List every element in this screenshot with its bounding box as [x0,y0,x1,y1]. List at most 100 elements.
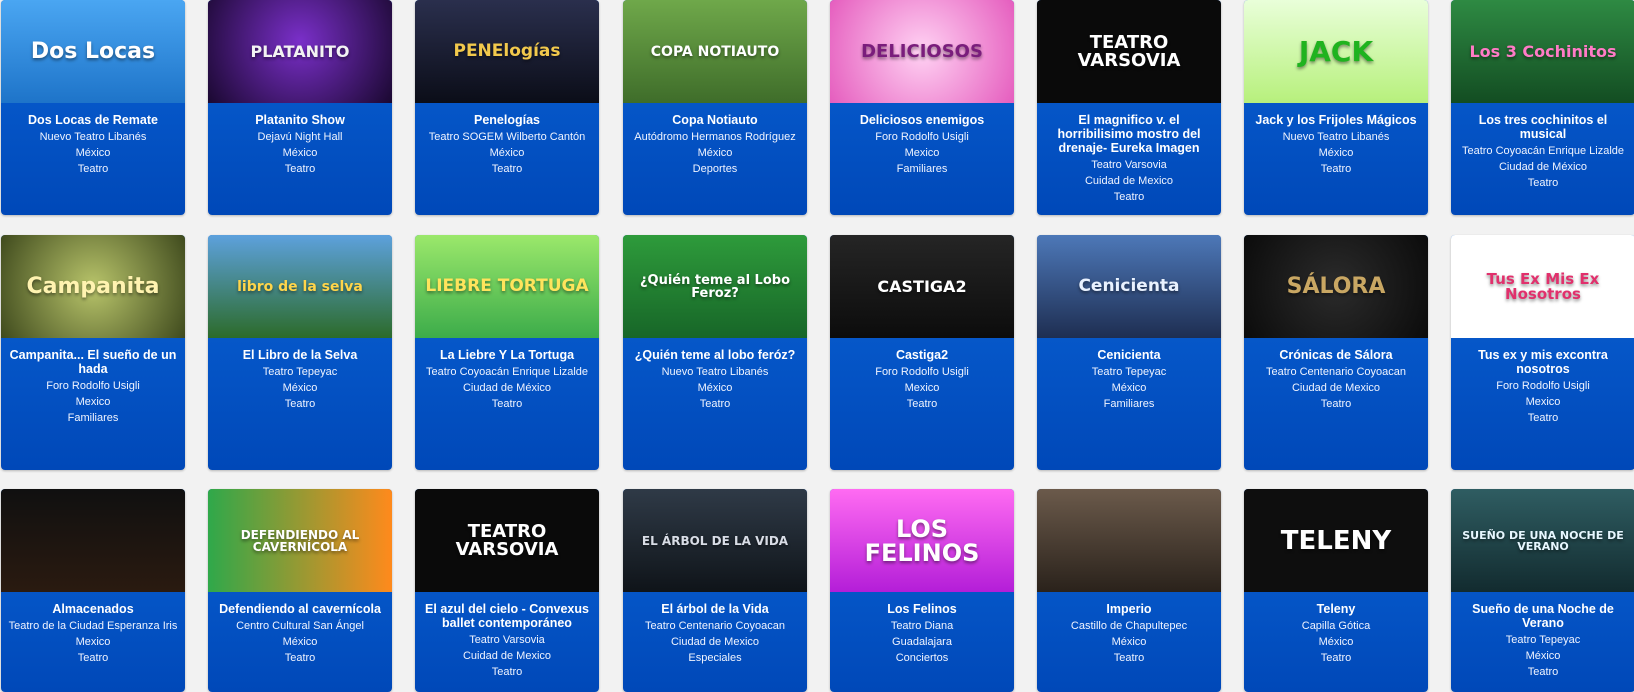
event-title[interactable]: Platanito Show [214,113,386,127]
event-card[interactable]: Imperio Castillo de Chapultepec México Teat… [1037,489,1221,692]
event-poster[interactable]: TEATRO VARSOVIA [1037,0,1221,103]
event-card[interactable]: LIEBRE TORTUGA La Liebre Y La Tortuga Teat… [415,235,599,470]
event-card[interactable]: JACK Jack y los Frijoles Mágicos Nuevo Tea… [1244,0,1428,215]
event-card[interactable]: TEATRO VARSOVIA El azul del cielo - Conve… [415,489,599,692]
event-category: Teatro [1527,412,1559,424]
event-title[interactable]: ¿Quién teme al lobo feróz? [629,348,801,362]
event-card[interactable]: ¿Quién teme al Lobo Feroz? ¿Quién teme al… [623,235,807,470]
event-title[interactable]: El árbol de la Vida [629,602,801,616]
event-title[interactable]: Cenicienta [1043,348,1215,362]
event-card[interactable]: COPA NOTIAUTO Copa Notiauto Autódromo Herm… [623,0,807,215]
event-place: México [282,382,318,394]
event-title[interactable]: Los Felinos [836,602,1008,616]
event-poster[interactable]: PENElogías [415,0,599,103]
event-info: Crónicas de Sálora Teatro Centenario Coyo… [1244,338,1428,420]
event-info: El azul del cielo - Convexus ballet cont… [415,592,599,688]
event-info: Tus ex y mis excontra nosotros Foro Rodol… [1451,338,1634,434]
event-title[interactable]: Dos Locas de Remate [7,113,179,127]
event-venue: Teatro Tepeyac [1091,366,1167,378]
event-poster[interactable]: DELICIOSOS [830,0,1014,103]
event-poster[interactable]: PLATANITO [208,0,392,103]
event-card[interactable]: LOS FELINOS Los Felinos Teatro Diana Guadal… [830,489,1014,692]
event-title[interactable]: Penelogías [421,113,593,127]
event-poster[interactable]: DEFENDIENDO AL CAVERNÍCOLA [208,489,392,592]
event-poster[interactable]: JACK [1244,0,1428,103]
event-poster[interactable]: Dos Locas [1,0,185,103]
event-title[interactable]: Sueño de una Noche de Verano [1457,602,1629,630]
event-poster[interactable]: Tus Ex Mis Ex Nosotros [1451,235,1634,338]
poster-art-text: Dos Locas [30,38,156,64]
event-card[interactable]: DELICIOSOS Deliciosos enemigos Foro Rodolf… [830,0,1014,215]
poster-art-text: Cenicienta [1078,276,1180,296]
event-title[interactable]: Copa Notiauto [629,113,801,127]
poster-art-text: DEFENDIENDO AL CAVERNÍCOLA [240,527,360,554]
event-poster[interactable]: LIEBRE TORTUGA [415,235,599,338]
event-poster[interactable]: CASTIGA2 [830,235,1014,338]
event-card[interactable]: Campanita Campanita... El sueño de un had… [1,235,185,470]
event-place: México [75,147,111,159]
event-card[interactable]: Dos Locas Dos Locas de Remate Nuevo Teatro… [1,0,185,215]
event-poster[interactable]: LOS FELINOS [830,489,1014,592]
poster-art-text: COPA NOTIAUTO [650,43,780,60]
event-card[interactable]: libro de la selva El Libro de la Selva Tea… [208,235,392,470]
poster-art-text: libro de la selva [237,278,363,295]
event-card[interactable]: TEATRO VARSOVIA El magnifico v. el horrib… [1037,0,1221,215]
event-title[interactable]: Crónicas de Sálora [1250,348,1422,362]
event-poster[interactable]: EL ÁRBOL DE LA VIDA [623,489,807,592]
event-category: Teatro [284,652,316,664]
event-card[interactable]: PENElogías Penelogías Teatro SOGEM Wilbert… [415,0,599,215]
event-title[interactable]: Defendiendo al cavernícola [214,602,386,616]
event-venue: Centro Cultural San Ángel [236,620,364,632]
event-title[interactable]: Los tres cochinitos el musical [1457,113,1629,141]
event-poster[interactable]: TELENY [1244,489,1428,592]
event-category: Teatro [491,398,523,410]
event-info: Deliciosos enemigos Foro Rodolfo Usigli Me… [830,103,1014,185]
event-card[interactable]: PLATANITO Platanito Show Dejavú Night Hall… [208,0,392,215]
event-card[interactable]: DEFENDIENDO AL CAVERNÍCOLA Defendiendo al… [208,489,392,692]
event-category: Teatro [1320,163,1352,175]
event-card[interactable]: Los 3 Cochinitos Los tres cochinitos el m… [1451,0,1634,215]
event-title[interactable]: El magnifico v. el horribilisimo mostro … [1043,113,1215,155]
event-card[interactable]: EL ÁRBOL DE LA VIDA El árbol de la Vida Te… [623,489,807,692]
event-card[interactable]: TELENY Teleny Capilla Gótica México Teatro [1244,489,1428,692]
event-place: México [1318,147,1354,159]
event-poster[interactable]: TEATRO VARSOVIA [415,489,599,592]
event-poster[interactable]: ¿Quién teme al Lobo Feroz? [623,235,807,338]
event-poster[interactable]: Campanita [1,235,185,338]
event-title[interactable]: Tus ex y mis excontra nosotros [1457,348,1629,376]
event-title[interactable]: Campanita... El sueño de un hada [7,348,179,376]
event-category: Teatro [699,398,731,410]
event-poster[interactable] [1,489,185,592]
event-poster[interactable]: libro de la selva [208,235,392,338]
event-title[interactable]: Teleny [1250,602,1422,616]
event-card[interactable]: Cenicienta Cenicienta Teatro Tepeyac México… [1037,235,1221,470]
event-place: México [489,147,525,159]
event-card[interactable]: CASTIGA2 Castiga2 Foro Rodolfo Usigli Mexic… [830,235,1014,470]
event-card[interactable]: Almacenados Teatro de la Ciudad Esperanza… [1,489,185,692]
event-card[interactable]: Tus Ex Mis Ex Nosotros Tus ex y mis excon… [1451,235,1634,470]
event-title[interactable]: Almacenados [7,602,179,616]
event-category: Especiales [688,652,742,664]
event-category: Conciertos [895,652,949,664]
event-card[interactable]: SÁLORA Crónicas de Sálora Teatro Centenari… [1244,235,1428,470]
event-poster[interactable]: SÁLORA [1244,235,1428,338]
event-card[interactable]: SUEÑO DE UNA NOCHE DE VERANO Sueño de una… [1451,489,1634,692]
event-title[interactable]: El azul del cielo - Convexus ballet cont… [421,602,593,630]
event-poster[interactable]: Cenicienta [1037,235,1221,338]
event-title[interactable]: Deliciosos enemigos [836,113,1008,127]
event-venue: Teatro Centenario Coyoacan [1265,366,1407,378]
event-poster[interactable]: Los 3 Cochinitos [1451,0,1634,103]
event-poster[interactable] [1037,489,1221,592]
event-poster[interactable]: SUEÑO DE UNA NOCHE DE VERANO [1451,489,1634,592]
event-venue: Teatro SOGEM Wilberto Cantón [428,131,586,143]
poster-art-text: EL ÁRBOL DE LA VIDA [641,533,789,548]
event-poster[interactable]: COPA NOTIAUTO [623,0,807,103]
event-info: Imperio Castillo de Chapultepec México Teat… [1037,592,1221,674]
event-title[interactable]: Imperio [1043,602,1215,616]
event-title[interactable]: Castiga2 [836,348,1008,362]
event-title[interactable]: El Libro de la Selva [214,348,386,362]
event-title[interactable]: La Liebre Y La Tortuga [421,348,593,362]
event-title[interactable]: Jack y los Frijoles Mágicos [1250,113,1422,127]
event-venue: Teatro Coyoacán Enrique Lizalde [425,366,589,378]
event-category: Familiares [896,163,948,175]
